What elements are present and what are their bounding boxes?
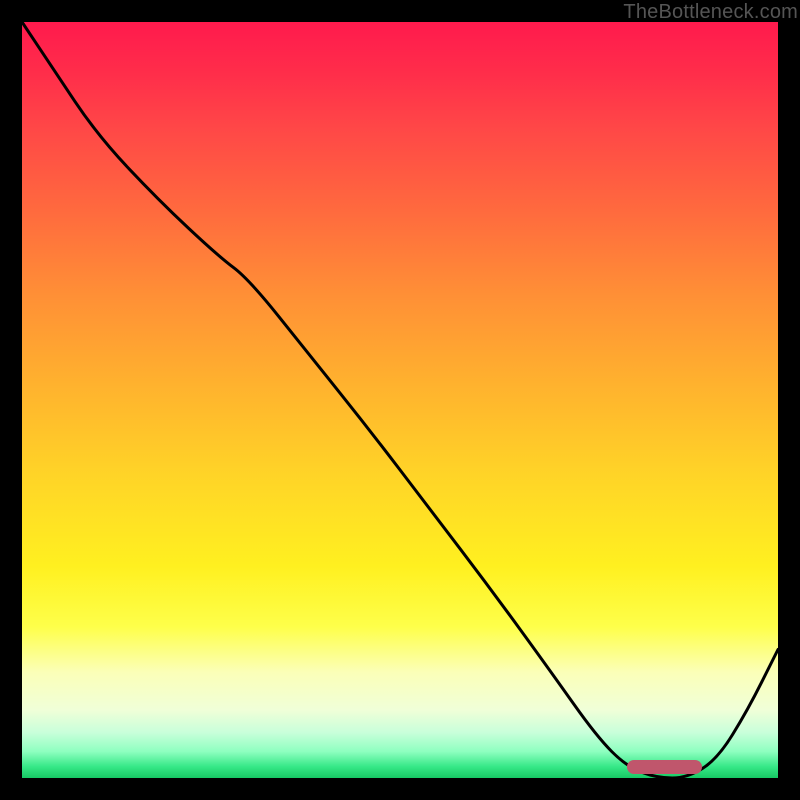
plot-area — [22, 22, 778, 778]
bottleneck-curve — [22, 22, 778, 778]
watermark-text: TheBottleneck.com — [623, 1, 798, 24]
chart-frame — [22, 22, 778, 778]
optimal-range-marker — [627, 760, 703, 774]
bottleneck-curve-path — [22, 22, 778, 778]
